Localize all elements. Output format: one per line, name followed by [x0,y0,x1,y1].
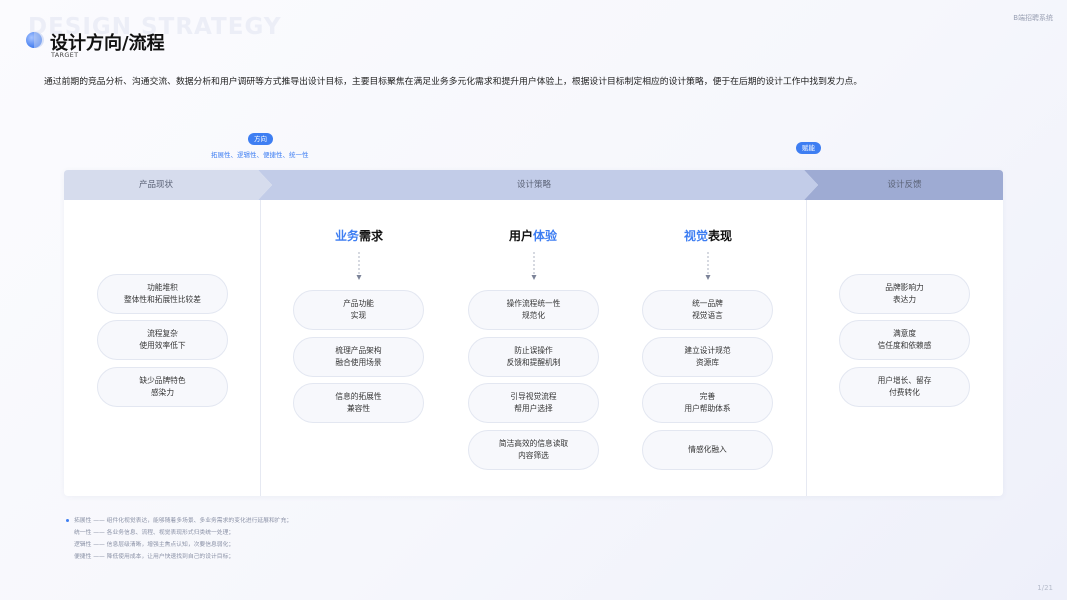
item-line2: 视觉语言 [692,311,723,320]
feedback-item-line2: 表达力 [892,295,917,304]
item-line1: 产品功能 [343,299,374,308]
column-divider-right [806,200,807,496]
business-item: 产品功能 实现 [293,290,424,330]
visual-item: 情感化融入 [642,430,773,470]
current-item: 功能堆积 整体性和拓展性比较差 [97,274,228,314]
experience-item: 引导视觉流程 帮用户选择 [468,383,599,423]
item-line2: 规范化 [521,311,546,320]
item-line2: 用户帮助体系 [684,404,731,413]
experience-item: 防止误操作 反馈和提醒机制 [468,337,599,377]
item-line2: 融合使用场景 [335,358,382,367]
notes-list: 拓展性 —— 组件化视觉表达，能够随着多场景、多业务需求的变化进行延展和扩充； … [66,515,292,563]
business-item: 信息的拓展性 兼容性 [293,383,424,423]
current-item-line2: 感染力 [150,388,175,397]
item-line1: 统一品牌 [692,299,723,308]
feedback-item: 满意度 信任度和依赖感 [839,320,970,360]
item-line1: 梳理产品架构 [335,346,382,355]
item-line2: 实现 [350,311,367,320]
item-line2: 内容筛选 [518,451,549,460]
feedback-item-line1: 品牌影响力 [885,283,924,292]
note-text: 便捷性 —— 降低使用成本，让用户快速找到自己的设计目标； [74,554,235,560]
column-divider-left [260,200,261,496]
business-item: 梳理产品架构 融合使用场景 [293,337,424,377]
column-head-experience: 用户体验 [446,227,620,244]
direction-note: 拓展性、逻辑性、便捷性、统一性 [211,151,309,159]
direction-tag: 方向 [248,133,273,145]
current-item-line2: 使用效率低下 [139,341,186,350]
feedback-item-line2: 付费转化 [889,388,920,397]
note-text: 逻辑性 —— 信息层级清晰，增强主焦点认知，次要信息弱化； [74,542,235,548]
column-head-highlight: 业务 [334,229,359,243]
item-line2: 资源库 [695,358,720,367]
experience-item: 简洁高效的信息读取 内容筛选 [468,430,599,470]
column-head-rest: 需求 [359,229,384,243]
column-head-rest: 表现 [708,229,733,243]
feedback-item: 用户增长、留存 付费转化 [839,367,970,407]
column-head-business: 业务需求 [272,227,446,244]
item-line2: 反馈和提醒机制 [506,358,561,367]
feedback-item: 品牌影响力 表达力 [839,274,970,314]
item-line1: 简洁高效的信息读取 [498,439,569,448]
visual-item: 统一品牌 视觉语言 [642,290,773,330]
feedback-item-line1: 用户增长、留存 [877,376,932,385]
item-line1: 操作流程统一性 [506,299,561,308]
feedback-item-line1: 满意度 [892,329,917,338]
current-item-line2: 整体性和拓展性比较差 [124,295,201,304]
note-text: 统一性 —— 各业务信息、流程、视觉表现形式归类统一处理； [74,530,235,536]
brand-label: B端招聘系统 [1013,14,1053,22]
visual-item: 完善 用户帮助体系 [642,383,773,423]
note-item: 便捷性 —— 降低使用成本，让用户快速找到自己的设计目标； [66,551,292,563]
arrow-down-icon [356,252,362,280]
experience-item: 操作流程统一性 规范化 [468,290,599,330]
item-line1: 防止误操作 [514,346,553,355]
feedback-item-line2: 信任度和依赖感 [877,341,932,350]
column-head-visual: 视觉表现 [621,227,795,244]
band-label-strategy: 设计策略 [516,180,551,190]
bullet-dot-icon [66,519,69,522]
item-line1: 建立设计规范 [684,346,731,355]
item-line1: 信息的拓展性 [335,392,382,401]
item-line1: 情感化融入 [688,445,727,454]
note-item: 逻辑性 —— 信息层级清晰，增强主焦点认知，次要信息弱化； [66,539,292,551]
intro-paragraph: 通过前期的竞品分析、沟通交流、数据分析和用户调研等方式推导出设计目标，主要目标聚… [44,77,863,87]
item-line1: 完善 [699,392,716,401]
item-line2: 帮用户选择 [514,404,553,413]
visual-item: 建立设计规范 资源库 [642,337,773,377]
column-head-highlight: 体验 [533,229,558,243]
band-label-current: 产品现状 [138,180,173,190]
empower-tag: 赋能 [796,142,821,154]
current-item: 流程复杂 使用效率低下 [97,320,228,360]
current-item: 缺少品牌特色 感染力 [97,367,228,407]
item-line1: 引导视觉流程 [510,392,557,401]
page-number: 1/21 [1037,584,1053,592]
page-subtitle: TARGET [51,51,79,59]
current-item-line1: 流程复杂 [147,329,178,338]
column-head-rest: 用户 [508,229,533,243]
band-label-feedback: 设计反馈 [887,180,922,190]
arrow-down-icon [705,252,711,280]
column-head-highlight: 视觉 [683,229,708,243]
note-text: 拓展性 —— 组件化视觉表达，能够随着多场景、多业务需求的变化进行延展和扩充； [74,518,293,524]
note-item: 统一性 —— 各业务信息、流程、视觉表现形式归类统一处理； [66,527,292,539]
title-dot-shade [34,32,44,48]
current-item-line1: 缺少品牌特色 [139,376,186,385]
arrow-down-icon [531,252,537,280]
current-item-line1: 功能堆积 [147,283,178,292]
item-line2: 兼容性 [346,404,371,413]
note-item: 拓展性 —— 组件化视觉表达，能够随着多场景、多业务需求的变化进行延展和扩充； [66,515,292,527]
